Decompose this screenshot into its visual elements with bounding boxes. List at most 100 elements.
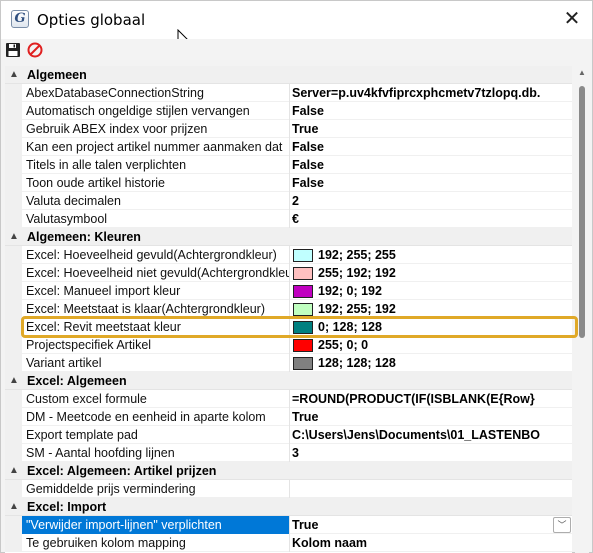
category-label: Algemeen (27, 68, 87, 82)
property-row[interactable]: Excel: Hoeveelheid gevuld(Achtergrondkle… (5, 246, 572, 264)
property-value[interactable]: True (292, 122, 572, 137)
property-row[interactable]: Gebruik ABEX index voor prijzen True (5, 120, 572, 138)
chevron-down-icon[interactable]: ﹀ (553, 517, 571, 533)
property-row[interactable]: Valutasymbool € (5, 210, 572, 228)
property-value[interactable]: 3 (292, 446, 572, 461)
property-row[interactable]: DM - Meetcode en eenheid in aparte kolom… (5, 408, 572, 426)
property-value[interactable]: =ROUND(PRODUCT(IF(ISBLANK(E{Row} (292, 392, 572, 407)
property-value[interactable]: 192; 0; 192 (318, 284, 572, 299)
property-row[interactable]: Valuta decimalen 2 (5, 192, 572, 210)
property-value[interactable]: False (292, 176, 572, 191)
row-gutter (5, 390, 22, 408)
property-value[interactable]: Server=p.uv4kfvfiprcxphcmetv7tzlopq.db. (292, 86, 572, 101)
property-value[interactable]: False (292, 104, 572, 119)
scroll-thumb[interactable] (579, 86, 585, 338)
vertical-scrollbar[interactable]: ▲ (575, 66, 589, 553)
row-gutter (5, 264, 22, 282)
row-gutter (5, 354, 22, 372)
property-value[interactable]: 255; 192; 192 (318, 266, 572, 281)
property-row[interactable]: Variant artikel 128; 128; 128 (5, 354, 572, 372)
property-value[interactable]: 255; 0; 0 (318, 338, 572, 353)
property-name: AbexDatabaseConnectionString (26, 86, 204, 100)
property-name: Kan een project artikel nummer aanmaken … (26, 140, 283, 154)
property-value[interactable]: 2 (292, 194, 572, 209)
property-value[interactable]: 128; 128; 128 (318, 356, 572, 371)
scroll-up-icon[interactable]: ▲ (577, 68, 587, 78)
category-row[interactable]: ▲ Excel: Algemeen (5, 372, 572, 390)
property-row[interactable]: AbexDatabaseConnectionString Server=p.uv4… (5, 84, 572, 102)
property-value[interactable]: € (292, 212, 572, 227)
property-row[interactable]: Gemiddelde prijs vermindering (5, 480, 572, 498)
column-divider (289, 210, 290, 228)
abex-g-icon: G (11, 10, 29, 28)
property-name: DM - Meetcode en eenheid in aparte kolom (26, 410, 266, 424)
property-value[interactable]: 0; 128; 128 (318, 320, 572, 335)
property-value[interactable]: Kolom naam (292, 536, 572, 551)
cancel-icon[interactable] (27, 42, 43, 58)
color-swatch (293, 285, 313, 298)
close-button[interactable]: ✕ (557, 6, 587, 34)
category-label: Excel: Import (27, 500, 107, 514)
property-row[interactable]: Excel: Manueel import kleur 192; 0; 192 (5, 282, 572, 300)
column-divider (289, 282, 290, 300)
row-gutter (5, 426, 22, 444)
category-row[interactable]: ▲ Excel: Import (5, 498, 572, 516)
row-gutter (5, 102, 22, 120)
property-row[interactable]: Export template pad C:\Users\Jens\Documen… (5, 426, 572, 444)
window-title: Opties globaal (37, 11, 146, 29)
column-divider (289, 390, 290, 408)
property-name: Toon oude artikel historie (26, 176, 165, 190)
property-row[interactable]: Kan een project artikel nummer aanmaken … (5, 138, 572, 156)
category-row[interactable]: ▲ Excel: Algemeen: Artikel prijzen (5, 462, 572, 480)
category-label: Algemeen: Kleuren (27, 230, 141, 244)
collapse-icon[interactable]: ▲ (7, 500, 21, 514)
toolbar (1, 39, 592, 63)
property-row[interactable]: Toon oude artikel historie False (5, 174, 572, 192)
property-name: SM - Aantal hoofding lijnen (26, 446, 175, 460)
column-divider (289, 480, 290, 498)
color-swatch (293, 321, 313, 334)
collapse-icon[interactable]: ▲ (7, 230, 21, 244)
column-divider (289, 318, 290, 336)
collapse-icon[interactable]: ▲ (7, 464, 21, 478)
property-row[interactable]: Custom excel formule =ROUND(PRODUCT(IF(IS… (5, 390, 572, 408)
color-swatch (293, 267, 313, 280)
property-value[interactable]: 192; 255; 192 (318, 302, 572, 317)
property-value[interactable]: True (292, 410, 572, 425)
column-divider (289, 156, 290, 174)
property-row[interactable]: SM - Aantal hoofding lijnen 3 (5, 444, 572, 462)
property-row[interactable]: Excel: Meetstaat is klaar(Achtergrondkle… (5, 300, 572, 318)
property-name: Automatisch ongeldige stijlen vervangen (26, 104, 250, 118)
row-gutter (5, 174, 22, 192)
property-value[interactable]: 192; 255; 255 (318, 248, 572, 263)
options-window: G Opties globaal ✕ ▲ Algemeen AbexDatabase… (0, 0, 593, 553)
property-row[interactable]: Te gebruiken kolom mapping Kolom naam (5, 534, 572, 552)
save-icon[interactable] (5, 42, 21, 58)
property-name: Excel: Manueel import kleur (26, 284, 181, 298)
column-divider (289, 246, 290, 264)
property-name: Titels in alle talen verplichten (26, 158, 187, 172)
row-gutter (5, 534, 22, 552)
property-value[interactable]: C:\Users\Jens\Documents\01_LASTENBO (292, 428, 572, 443)
property-value[interactable]: False (292, 140, 572, 155)
property-row[interactable]: Projectspecifiek Artikel 255; 0; 0 (5, 336, 572, 354)
property-row[interactable]: Automatisch ongeldige stijlen vervangen F… (5, 102, 572, 120)
property-value[interactable]: True (292, 518, 572, 533)
property-value[interactable] (292, 482, 572, 497)
property-row[interactable]: Titels in alle talen verplichten False (5, 156, 572, 174)
property-name: Gebruik ABEX index voor prijzen (26, 122, 208, 136)
property-name: Excel: Revit meetstaat kleur (26, 320, 181, 334)
row-gutter (5, 480, 22, 498)
category-row[interactable]: ▲ Algemeen: Kleuren (5, 228, 572, 246)
color-swatch (293, 357, 313, 370)
row-gutter (5, 120, 22, 138)
collapse-icon[interactable]: ▲ (7, 68, 21, 82)
property-row[interactable]: Excel: Hoeveelheid niet gevuld(Achtergro… (5, 264, 572, 282)
property-row[interactable]: "Verwijder import-lijnen" verplichten Tru… (5, 516, 572, 534)
category-row[interactable]: ▲ Algemeen (5, 66, 572, 84)
property-name: Valuta decimalen (26, 194, 121, 208)
collapse-icon[interactable]: ▲ (7, 374, 21, 388)
property-row[interactable]: Excel: Revit meetstaat kleur 0; 128; 128 (5, 318, 572, 336)
property-value[interactable]: False (292, 158, 572, 173)
column-divider (289, 300, 290, 318)
